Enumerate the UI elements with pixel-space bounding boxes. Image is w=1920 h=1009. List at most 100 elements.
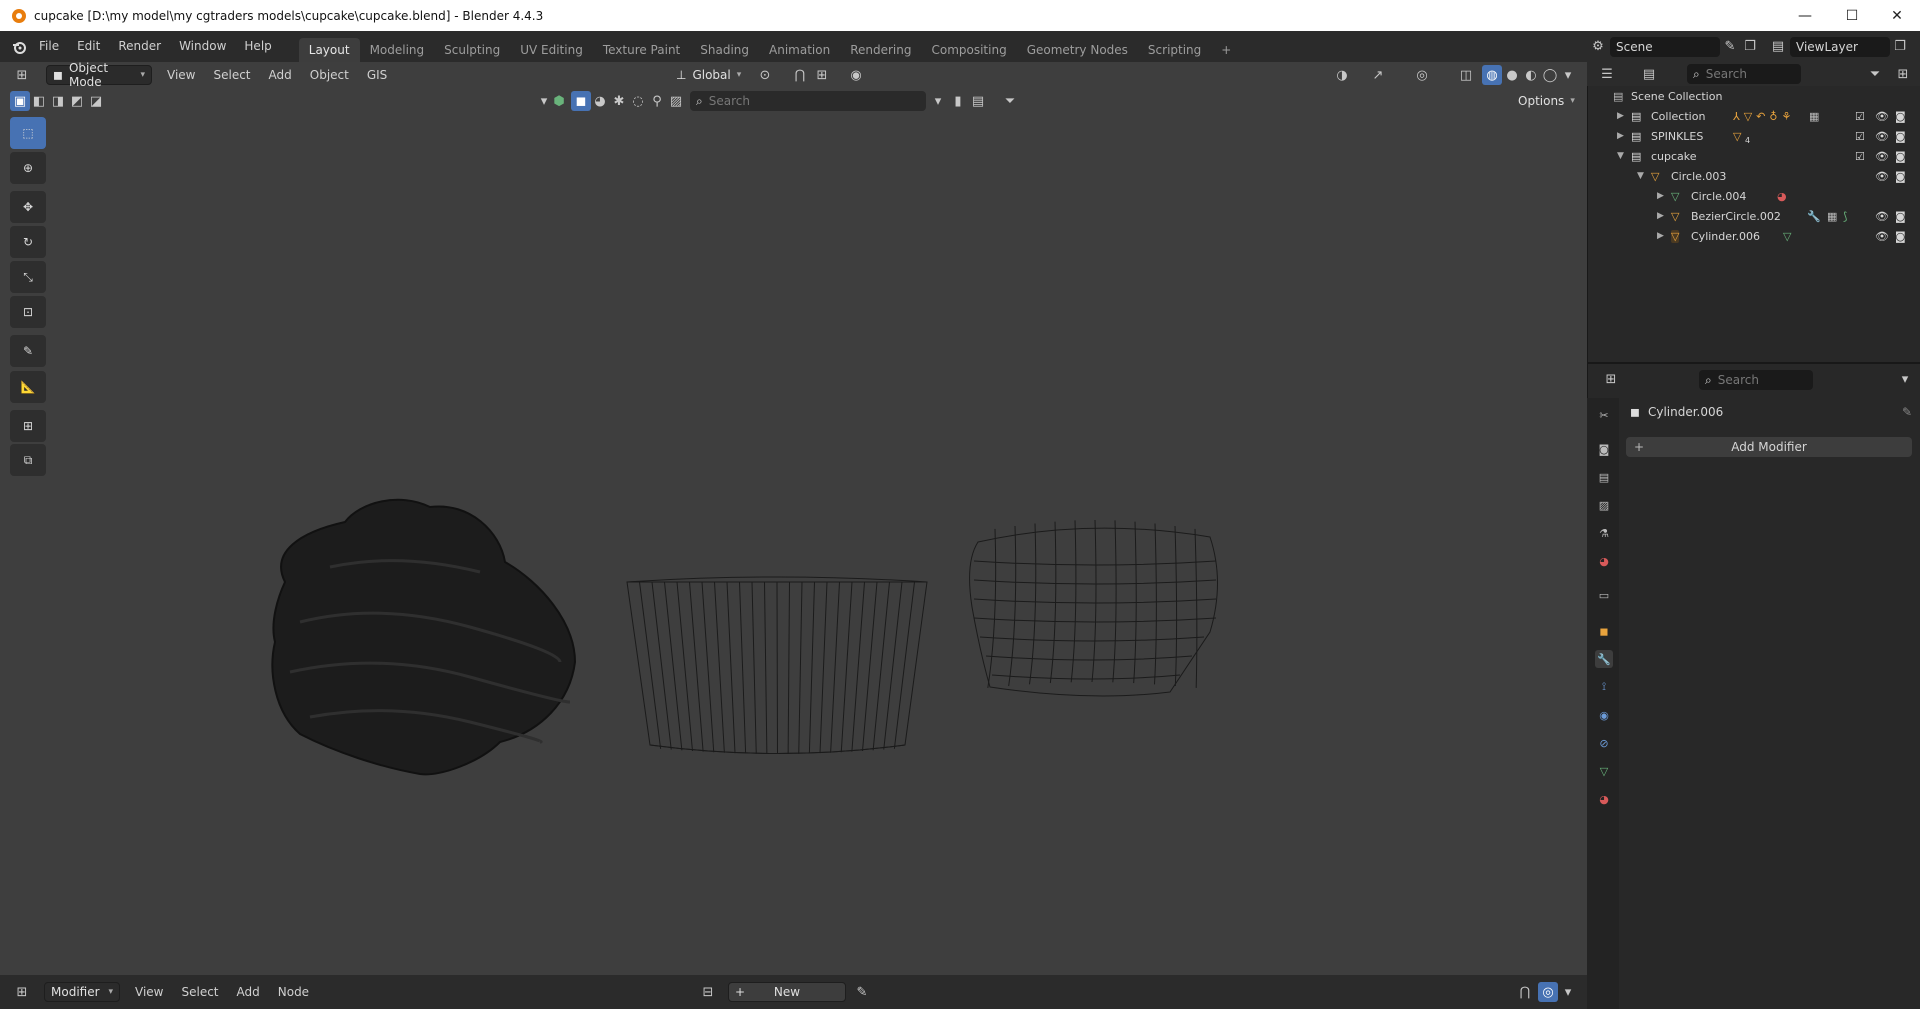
expand-arrow-icon[interactable]: ▶: [1657, 191, 1664, 201]
options-dropdown[interactable]: Options ▾: [1512, 91, 1581, 111]
lamp-icon[interactable]: ⚲: [647, 91, 667, 111]
render-camera-icon[interactable]: ◙: [1895, 150, 1906, 163]
wireframe-shading-icon[interactable]: ◍: [1482, 65, 1502, 85]
visibility-eye-icon[interactable]: 👁: [1875, 130, 1889, 143]
new-viewlayer-icon[interactable]: ❐: [1890, 37, 1910, 57]
render-camera-icon[interactable]: ◙: [1895, 230, 1906, 243]
transform-orientation-dropdown[interactable]: ⊥ Global ▾: [670, 65, 746, 85]
measure-tool[interactable]: 📐: [10, 371, 46, 403]
select-subtract-icon[interactable]: ◨: [48, 91, 68, 111]
tab-uv-editing[interactable]: UV Editing: [510, 38, 593, 62]
viewport-menu-add[interactable]: Add: [260, 60, 301, 91]
node-menu-view[interactable]: View: [126, 977, 172, 1008]
menu-help[interactable]: Help: [235, 31, 280, 62]
menu-render[interactable]: Render: [109, 31, 170, 62]
viewport-menu-view[interactable]: View: [158, 60, 204, 91]
frosting-mesh[interactable]: [271, 498, 577, 776]
exclude-checkbox[interactable]: ☑: [1855, 110, 1865, 123]
properties-options-icon[interactable]: ▾: [1895, 369, 1915, 389]
collapse-arrow-icon[interactable]: ▼: [1637, 171, 1644, 181]
visibility-eye-icon[interactable]: 👁: [1875, 150, 1889, 163]
search-dropdown-icon[interactable]: ▾: [928, 91, 948, 111]
tab-sculpting[interactable]: Sculpting: [434, 38, 510, 62]
viewport-menu-gis[interactable]: GIS: [358, 60, 396, 91]
select-intersect-icon[interactable]: ◪: [86, 91, 106, 111]
render-camera-icon[interactable]: ◙: [1895, 130, 1906, 143]
rotate-tool[interactable]: ↻: [10, 226, 46, 258]
node-tree-icon[interactable]: ⊟: [698, 982, 718, 1002]
outliner-search-input[interactable]: ⌕ Search: [1687, 64, 1801, 84]
visibility-eye-icon[interactable]: 👁: [1875, 110, 1889, 123]
expand-arrow-icon[interactable]: ▶: [1617, 111, 1624, 121]
new-collection-icon[interactable]: ⊞: [1893, 64, 1913, 84]
proportional-edit-icon[interactable]: ◉: [846, 65, 866, 85]
output-tab-icon[interactable]: ▤: [1595, 468, 1613, 486]
tab-modeling[interactable]: Modeling: [360, 38, 435, 62]
solid-shading-icon[interactable]: ●: [1502, 65, 1522, 85]
add-object-tool[interactable]: ⧉: [10, 444, 46, 476]
gizmo-icon[interactable]: ↗: [1368, 65, 1388, 85]
exclude-checkbox[interactable]: ☑: [1855, 130, 1865, 143]
expand-arrow-icon[interactable]: ▶: [1657, 211, 1664, 221]
particles-tab-icon[interactable]: ⟟: [1595, 678, 1613, 696]
annotate-tool[interactable]: ✎: [10, 335, 46, 367]
outliner-row-circle-003[interactable]: ▼ ▽ Circle.003 👁 ◙: [1587, 166, 1920, 186]
render-camera-icon[interactable]: ◙: [1895, 210, 1906, 223]
snap-target-icon[interactable]: ⊞: [812, 65, 832, 85]
render-tab-icon[interactable]: ◙: [1595, 440, 1613, 458]
outliner-row-spinkles[interactable]: ▶ ▤ SPINKLES ▽ 4 ☑ 👁 ◙: [1587, 126, 1920, 146]
pin-node-tree-icon[interactable]: ✎: [852, 982, 872, 1002]
properties-search-input[interactable]: ⌕ Search: [1699, 370, 1813, 390]
modifier-tab-icon[interactable]: 🔧: [1595, 650, 1613, 668]
overlay-node-icon[interactable]: ◎: [1538, 982, 1558, 1002]
add-workspace-button[interactable]: +: [1211, 38, 1241, 62]
scale-tool[interactable]: ⤡: [10, 261, 46, 293]
viewlayer-selector[interactable]: ViewLayer: [1790, 36, 1890, 57]
node-menu-add[interactable]: Add: [228, 977, 269, 1008]
select-extend-icon[interactable]: ◧: [29, 91, 49, 111]
tab-rendering[interactable]: Rendering: [840, 38, 921, 62]
new-node-tree-button[interactable]: + New: [728, 982, 846, 1002]
outliner-row-beziercircle-002[interactable]: ▶ ▽ BezierCircle.002 🔧 ▦ ⟆ 👁 ◙: [1587, 206, 1920, 226]
outliner-row-circle-004[interactable]: ▶ ▽ Circle.004 ◕: [1587, 186, 1920, 206]
data-tab-icon[interactable]: ▽: [1595, 762, 1613, 780]
move-tool[interactable]: ✥: [10, 191, 46, 223]
add-cube-tool[interactable]: ⊞: [10, 410, 46, 442]
viewport-menu-select[interactable]: Select: [204, 60, 259, 91]
exclude-checkbox[interactable]: ☑: [1855, 150, 1865, 163]
camera-icon[interactable]: ▨: [666, 91, 686, 111]
select-new-icon[interactable]: ▣: [10, 91, 30, 111]
colored-cube-icon[interactable]: ⬢: [549, 91, 569, 111]
tab-scripting[interactable]: Scripting: [1138, 38, 1211, 62]
outliner-filter-icon[interactable]: ⏷: [1865, 64, 1885, 84]
menu-edit[interactable]: Edit: [68, 31, 109, 62]
object-select-icon[interactable]: ◼: [571, 91, 591, 111]
overlay-options-icon[interactable]: ▾: [1558, 982, 1578, 1002]
add-modifier-button[interactable]: + Add Modifier: [1626, 437, 1912, 457]
tab-geometry-nodes[interactable]: Geometry Nodes: [1017, 38, 1138, 62]
expand-arrow-icon[interactable]: ▶: [1617, 131, 1624, 141]
particles-icon[interactable]: ✱: [609, 91, 629, 111]
visibility-eye-icon[interactable]: 👁: [1875, 170, 1889, 183]
visibility-eye-icon[interactable]: 👁: [1875, 210, 1889, 223]
display-mode-icon[interactable]: ▤: [968, 91, 988, 111]
tab-compositing[interactable]: Compositing: [921, 38, 1016, 62]
object-tab-icon[interactable]: ◼: [1595, 622, 1613, 640]
node-editor-type-icon[interactable]: ⊞: [12, 982, 32, 1002]
minimize-button[interactable]: —: [1782, 0, 1828, 31]
world-icon[interactable]: ◌: [628, 91, 648, 111]
snap-node-icon[interactable]: ⋂: [1515, 982, 1535, 1002]
constraints-tab-icon[interactable]: ⊘: [1595, 734, 1613, 752]
viewport-search-input[interactable]: ⌕ Search: [690, 91, 926, 111]
outliner-row-cylinder-006[interactable]: ▶ ▽ Cylinder.006 ▽ 👁 ◙: [1587, 226, 1920, 246]
tab-layout[interactable]: Layout: [298, 38, 360, 62]
outliner-row-scene-collection[interactable]: ▤ Scene Collection: [1587, 86, 1920, 106]
object-mode-dropdown[interactable]: ◼ Object Mode ▾: [46, 61, 152, 89]
collection-tab-icon[interactable]: ▭: [1595, 586, 1613, 604]
close-button[interactable]: ✕: [1874, 0, 1920, 31]
view-layer-tab-icon[interactable]: ▨: [1595, 496, 1613, 514]
rendered-shading-icon[interactable]: ◯: [1540, 65, 1560, 85]
tool-tab-icon[interactable]: ✂: [1595, 406, 1613, 424]
funnel-filter-icon[interactable]: ⏷: [1000, 91, 1020, 111]
cup-wireframe[interactable]: [626, 576, 928, 755]
